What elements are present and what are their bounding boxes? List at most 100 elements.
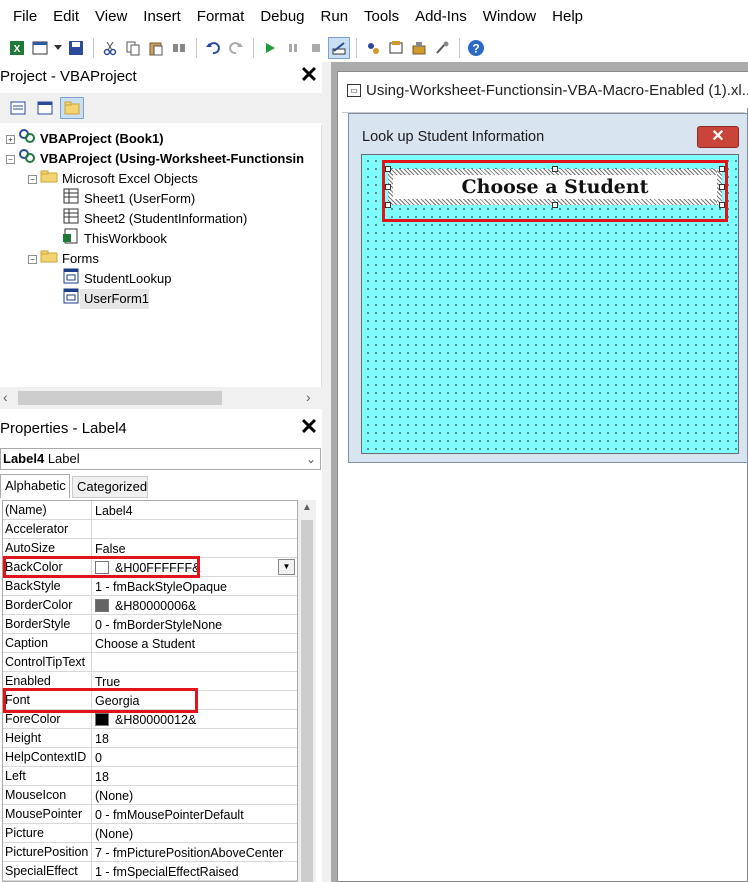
- pane-splitter[interactable]: [322, 62, 331, 882]
- run-icon[interactable]: [259, 37, 281, 59]
- break-icon[interactable]: [282, 37, 304, 59]
- property-value[interactable]: Georgia: [93, 691, 297, 710]
- scroll-up-icon[interactable]: ▲: [302, 502, 312, 513]
- property-value[interactable]: 1 - fmBackStyleOpaque: [93, 577, 297, 596]
- property-value[interactable]: &H80000012&: [93, 710, 297, 729]
- close-icon[interactable]: ✕: [297, 62, 321, 87]
- property-row[interactable]: Height 18: [3, 729, 297, 748]
- property-row[interactable]: ForeColor &H80000012&: [3, 710, 297, 729]
- tree-scroll-up[interactable]: [310, 93, 322, 123]
- property-row[interactable]: SpecialEffect 1 - fmSpecialEffectRaised: [3, 862, 297, 881]
- resize-handle[interactable]: [552, 202, 558, 208]
- menu-file[interactable]: File: [5, 0, 45, 34]
- view-object-icon[interactable]: [33, 97, 57, 119]
- property-row[interactable]: MousePointer 0 - fmMousePointerDefault: [3, 805, 297, 824]
- tab-categorized[interactable]: Categorized: [72, 476, 148, 498]
- property-row[interactable]: Caption Choose a Student: [3, 634, 297, 653]
- label4-control[interactable]: Choose a Student: [385, 166, 725, 208]
- scroll-left-icon[interactable]: ‹: [3, 389, 8, 405]
- menu-edit[interactable]: Edit: [45, 0, 87, 34]
- resize-handle[interactable]: [385, 166, 391, 172]
- menu-tools[interactable]: Tools: [356, 0, 407, 34]
- property-value[interactable]: (None): [93, 824, 297, 843]
- view-code-icon[interactable]: [6, 97, 30, 119]
- tree-horizontal-scrollbar[interactable]: ‹ ›: [0, 387, 322, 409]
- expander-icon[interactable]: +: [6, 134, 15, 144]
- scroll-thumb[interactable]: [18, 391, 222, 405]
- property-row[interactable]: BorderColor &H80000006&: [3, 596, 297, 615]
- resize-handle[interactable]: [719, 184, 725, 190]
- property-row[interactable]: Picture (None): [3, 824, 297, 843]
- property-value[interactable]: True: [93, 672, 297, 691]
- expander-icon[interactable]: −: [6, 154, 15, 164]
- property-value[interactable]: &H80000006&: [93, 596, 297, 615]
- toolbox-icon[interactable]: [431, 37, 453, 59]
- find-icon[interactable]: [168, 37, 190, 59]
- userform-canvas[interactable]: Choose a Student: [361, 154, 739, 454]
- property-row[interactable]: Font Georgia: [3, 691, 297, 710]
- project-explorer-icon[interactable]: [362, 37, 384, 59]
- property-value[interactable]: (None): [93, 786, 297, 805]
- property-value[interactable]: 7 - fmPicturePositionAboveCenter: [93, 843, 297, 862]
- property-value[interactable]: &H00FFFFFF&: [93, 558, 297, 577]
- toggle-folders-icon[interactable]: [60, 97, 84, 119]
- property-value[interactable]: 18: [93, 729, 297, 748]
- property-value[interactable]: 18: [93, 767, 297, 786]
- resize-handle[interactable]: [552, 166, 558, 172]
- object-browser-icon[interactable]: [408, 37, 430, 59]
- properties-window-icon[interactable]: [385, 37, 407, 59]
- dropdown-arrow-icon[interactable]: [52, 37, 64, 59]
- copy-icon[interactable]: [122, 37, 144, 59]
- property-row[interactable]: BackColor &H00FFFFFF& ▼: [3, 558, 297, 577]
- tree-node[interactable]: UserForm1: [50, 288, 150, 309]
- redo-icon[interactable]: [225, 37, 247, 59]
- property-value[interactable]: Choose a Student: [93, 634, 297, 653]
- resize-handle[interactable]: [719, 202, 725, 208]
- save-icon[interactable]: [65, 37, 87, 59]
- property-row[interactable]: ControlTipText: [3, 653, 297, 672]
- tab-alphabetic[interactable]: Alphabetic: [0, 474, 70, 498]
- property-row[interactable]: BackStyle 1 - fmBackStyleOpaque: [3, 577, 297, 596]
- property-row[interactable]: Enabled True: [3, 672, 297, 691]
- menu-format[interactable]: Format: [189, 0, 253, 34]
- property-value[interactable]: 0 - fmBorderStyleNone: [93, 615, 297, 634]
- chevron-down-icon[interactable]: ⌄: [306, 449, 316, 469]
- property-row[interactable]: AutoSize False: [3, 539, 297, 558]
- property-value[interactable]: 1 - fmSpecialEffectRaised: [93, 862, 297, 881]
- property-value[interactable]: False: [93, 539, 297, 558]
- excel-view-icon[interactable]: X: [6, 37, 28, 59]
- expander-icon[interactable]: −: [28, 174, 37, 184]
- property-value[interactable]: Label4: [93, 501, 297, 520]
- close-icon[interactable]: ✕: [297, 414, 321, 439]
- expander-icon[interactable]: −: [28, 254, 37, 264]
- tree-node[interactable]: − VBAProject (Using-Worksheet-Functionsin: [6, 149, 304, 169]
- property-row[interactable]: MouseIcon (None): [3, 786, 297, 805]
- tree-node[interactable]: − Microsoft Excel Objects: [28, 169, 198, 189]
- property-row[interactable]: PicturePosition 7 - fmPicturePositionAbov…: [3, 843, 297, 862]
- property-row[interactable]: Accelerator: [3, 520, 297, 539]
- resize-handle[interactable]: [385, 184, 391, 190]
- design-mode-icon[interactable]: [328, 37, 350, 59]
- property-value[interactable]: [93, 653, 297, 672]
- undo-icon[interactable]: [202, 37, 224, 59]
- property-row[interactable]: BorderStyle 0 - fmBorderStyleNone: [3, 615, 297, 634]
- scroll-thumb[interactable]: [301, 520, 313, 882]
- property-value[interactable]: 0 - fmMousePointerDefault: [93, 805, 297, 824]
- tree-node[interactable]: StudentLookup: [50, 268, 171, 289]
- menu-view[interactable]: View: [87, 0, 135, 34]
- property-grid-scrollbar[interactable]: ▲: [298, 500, 316, 882]
- close-icon[interactable]: ✕: [697, 126, 739, 148]
- resize-handle[interactable]: [719, 166, 725, 172]
- object-selector[interactable]: Label4 Label ⌄: [0, 448, 321, 470]
- property-row[interactable]: (Name) Label4: [3, 501, 297, 520]
- scroll-right-icon[interactable]: ›: [306, 389, 311, 405]
- tree-node[interactable]: Sheet1 (UserForm): [50, 188, 195, 209]
- menu-debug[interactable]: Debug: [252, 0, 312, 34]
- property-row[interactable]: HelpContextID 0: [3, 748, 297, 767]
- menu-run[interactable]: Run: [313, 0, 357, 34]
- paste-icon[interactable]: [145, 37, 167, 59]
- help-icon[interactable]: ?: [465, 37, 487, 59]
- resize-handle[interactable]: [385, 202, 391, 208]
- cut-icon[interactable]: [99, 37, 121, 59]
- property-value[interactable]: [93, 520, 297, 539]
